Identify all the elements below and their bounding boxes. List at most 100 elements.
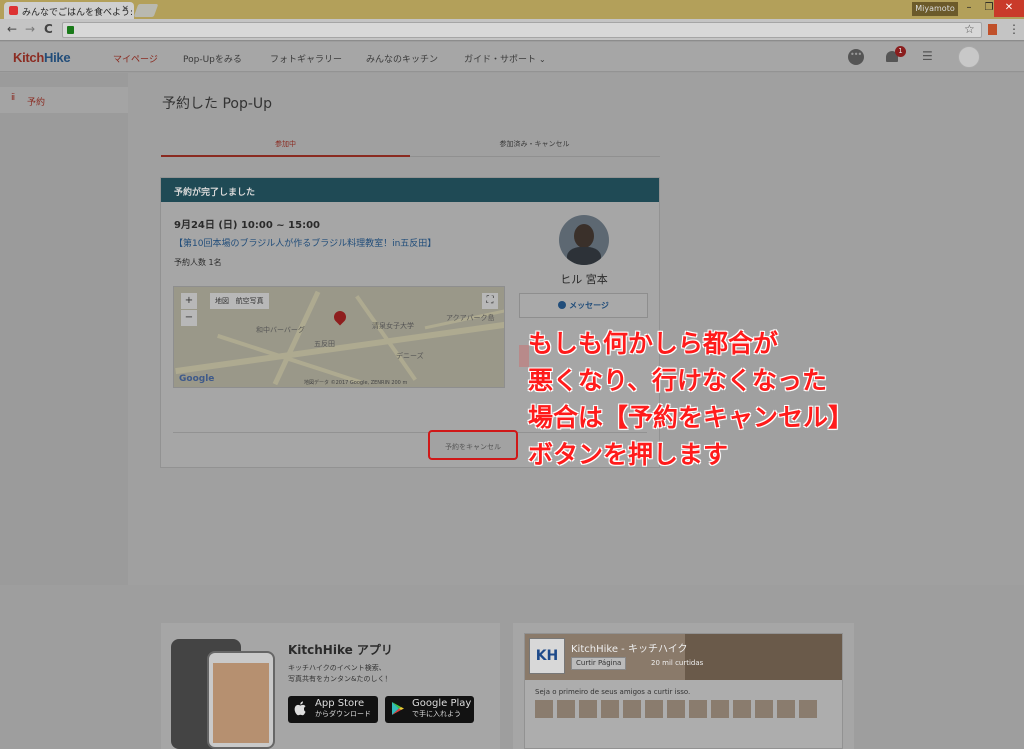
tab-past-cancelled[interactable]: 参加済み・キャンセル [410, 139, 659, 149]
logo-hike: Hike [44, 50, 71, 65]
google-play-icon [392, 702, 404, 715]
message-button[interactable]: メッセージ [519, 293, 648, 318]
sidebar: ⅱ 予約 [0, 73, 128, 585]
facebook-widget: KH KitchHike - キッチハイク Curtir Página 20 m… [513, 623, 854, 749]
app-description: キッチハイクのイベント検索、 写真共有をカンタン&たのしく！ [288, 663, 391, 685]
friend-avatar[interactable] [777, 700, 795, 718]
logo-kitch: Kitch [13, 50, 45, 65]
friend-avatar[interactable] [667, 700, 685, 718]
checklist-icon[interactable]: ☰ [922, 49, 938, 65]
browser-titlebar: みんなでごはんを食べよう: × Miyamoto – ❐ ✕ [0, 0, 1024, 19]
event-title-link[interactable]: 【第10回本場のブラジル人が作るブラジル料理教室！in五反田】 [174, 236, 436, 249]
friend-avatar[interactable] [645, 700, 663, 718]
tab-close-icon[interactable]: × [121, 4, 129, 14]
utensils-icon: ⅱ [11, 93, 16, 103]
event-map[interactable]: + − 地図 航空写真 ⛶ 和中バーバーグ 清泉女子大学 アクアパーク島 デニー… [173, 286, 505, 388]
friend-avatar[interactable] [711, 700, 729, 718]
friend-avatar[interactable] [535, 700, 553, 718]
minimize-button[interactable]: – [958, 0, 980, 17]
map-zoom-in-button[interactable]: + [181, 293, 197, 309]
event-date: 9月24日 (日) 10:00 ~ 15:00 [174, 220, 320, 231]
url-input[interactable] [62, 22, 982, 38]
annotation-line: もしも何かしら都合が [528, 329, 779, 358]
favicon-icon [9, 6, 18, 15]
friend-avatar[interactable] [733, 700, 751, 718]
nav-popup[interactable]: Pop-Upをみる [183, 52, 242, 65]
map-place-label: アクアパーク島 [446, 314, 495, 322]
bookmark-star-icon[interactable]: ☆ [964, 22, 975, 36]
map-type-toggle[interactable]: 地図 航空写真 [210, 293, 269, 309]
reload-icon[interactable]: C [44, 22, 53, 36]
host-avatar[interactable] [559, 215, 609, 265]
annotation-line: ボタンを押します [528, 440, 729, 469]
cancel-reservation-button[interactable]: 予約をキャンセル [428, 430, 518, 460]
message-button-label: メッセージ [569, 301, 609, 310]
annotation-line: 場合は【予約をキャンセル】 [528, 403, 854, 432]
facebook-page-name[interactable]: KitchHike - キッチハイク [571, 640, 688, 655]
map-type-satellite[interactable]: 航空写真 [236, 297, 264, 305]
sidebar-item-label: 予約 [27, 98, 46, 108]
nav-guide[interactable]: ガイド・サポート ⌄ [464, 52, 546, 65]
browser-menu-icon[interactable]: ⋮ [1008, 22, 1020, 36]
back-icon[interactable]: ← [7, 22, 17, 36]
sidebar-item-reservation[interactable]: ⅱ 予約 [0, 87, 128, 113]
page-title: 予約した Pop-Up [162, 96, 273, 112]
app-title: KitchHike アプリ [288, 643, 393, 657]
chevron-down-icon: ⌄ [539, 55, 546, 64]
user-avatar[interactable] [958, 46, 980, 68]
apple-icon [294, 701, 306, 716]
close-window-button[interactable]: ✕ [994, 0, 1024, 17]
map-place-label: 清泉女子大学 [372, 322, 414, 330]
friend-avatar[interactable] [799, 700, 817, 718]
google-play-button[interactable]: Google Play で手に入れよう [385, 696, 474, 723]
map-copyright: 地図データ ©2017 Google, ZENRIN 200 m [304, 380, 408, 386]
facebook-friends-text: Seja o primeiro de seus amigos a curtir … [535, 688, 691, 696]
google-logo: Google [179, 374, 215, 384]
new-tab-button[interactable] [133, 4, 159, 17]
host-name[interactable]: ヒル 宮本 [519, 271, 649, 287]
nav-kitchen[interactable]: みんなのキッチン [366, 52, 438, 65]
app-store-button[interactable]: App Store からダウンロード [288, 696, 378, 723]
friend-avatar[interactable] [623, 700, 641, 718]
friend-avatar[interactable] [557, 700, 575, 718]
nav-gallery[interactable]: フォトギャラリー [270, 52, 342, 65]
map-place-label: デニーズ [396, 352, 424, 360]
map-fullscreen-icon[interactable]: ⛶ [482, 293, 498, 309]
friend-avatar[interactable] [755, 700, 773, 718]
instruction-annotation: もしも何かしら都合が 悪くなり、行けなくなった 場合は【予約をキャンセル】 ボタ… [528, 325, 853, 473]
facebook-like-button[interactable]: Curtir Página [571, 657, 627, 670]
card-header: 予約が完了しました [161, 178, 659, 202]
nav-mypage[interactable]: マイページ [113, 52, 158, 65]
office-extension-icon[interactable] [988, 24, 997, 35]
profile-badge[interactable]: Miyamoto [912, 2, 958, 16]
map-pin-icon[interactable] [331, 308, 349, 326]
map-place-label: 和中バーバーグ [256, 326, 305, 334]
footer [0, 585, 1024, 749]
browser-tab[interactable]: みんなでごはんを食べよう: × [4, 2, 134, 19]
tab-active-underline [161, 155, 410, 157]
tab-divider [410, 156, 660, 157]
annotation-line: 悪くなり、行けなくなった [528, 366, 828, 395]
map-zoom-out-button[interactable]: − [181, 310, 197, 326]
tab-participating[interactable]: 参加中 [161, 139, 410, 149]
friend-avatar[interactable] [689, 700, 707, 718]
forward-icon[interactable]: → [25, 22, 35, 36]
facebook-page-plugin: KH KitchHike - キッチハイク Curtir Página 20 m… [524, 633, 843, 749]
notification-badge: 1 [895, 46, 906, 57]
nav-guide-label: ガイド・サポート [464, 55, 537, 65]
address-bar: ← → C ☆ ⋮ [0, 19, 1024, 41]
friend-avatar[interactable] [579, 700, 597, 718]
tab-title: みんなでごはんを食べよう: [22, 8, 134, 18]
facebook-page-logo[interactable]: KH [529, 638, 565, 674]
kitchhike-logo[interactable]: KitchHike [13, 50, 71, 65]
map-place-label: 五反田 [314, 340, 335, 348]
app-promo: KitchHike アプリ キッチハイクのイベント検索、 写真共有をカンタン&た… [161, 623, 500, 749]
app-store-big: App Store [315, 698, 365, 709]
app-store-small: からダウンロード [315, 710, 371, 718]
friend-avatar[interactable] [601, 700, 619, 718]
lock-icon [67, 26, 74, 34]
map-type-map[interactable]: 地図 [215, 297, 229, 305]
google-play-big: Google Play [412, 698, 472, 709]
phone-image [207, 651, 275, 749]
chat-icon[interactable] [848, 49, 864, 65]
